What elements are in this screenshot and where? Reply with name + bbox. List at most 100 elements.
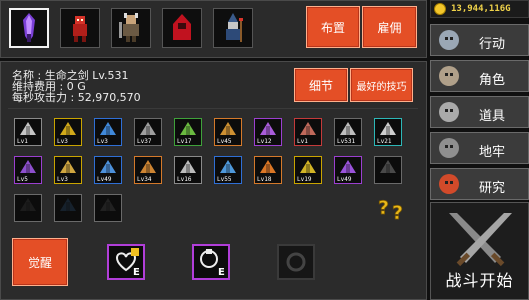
crossed-blades-icon xyxy=(220,122,236,135)
hero-slot-red-hood[interactable] xyxy=(162,8,202,48)
best-skills-button[interactable]: 最好的技巧 xyxy=(350,68,413,102)
skill-slot[interactable]: Lv16 xyxy=(174,156,202,184)
stars-icon xyxy=(380,122,396,135)
skill-slot[interactable]: Lv49 xyxy=(94,156,122,184)
equip-slot-3[interactable] xyxy=(277,244,315,280)
menu-label: 地牢 xyxy=(479,145,506,160)
menu-button[interactable]: 地牢 xyxy=(430,132,529,164)
skill-slot[interactable]: Lv1 xyxy=(294,118,322,146)
empty-slot-icon xyxy=(286,252,306,272)
hero-slot-sword[interactable] xyxy=(9,8,49,48)
purple-burst-icon xyxy=(260,122,276,135)
skill-slot[interactable]: Lv49 xyxy=(334,156,362,184)
skill-level: Lv12 xyxy=(257,138,272,145)
menu-button[interactable]: 行动 xyxy=(430,24,529,56)
skill-level: Lv3 xyxy=(57,138,68,145)
help-icon[interactable]: ? ? xyxy=(378,194,410,225)
gold-arrow-icon xyxy=(300,160,316,173)
hire-button[interactable]: 雇佣 xyxy=(362,6,417,48)
details-button[interactable]: 细节 xyxy=(294,68,348,102)
up-arrow-icon xyxy=(60,122,76,135)
skill-slot[interactable]: Lv531 xyxy=(334,118,362,146)
red-hood-icon xyxy=(173,14,191,40)
equip-slot-2[interactable]: E xyxy=(192,244,230,280)
skill-slot[interactable]: Lv55 xyxy=(214,156,242,184)
blue-orb-icon xyxy=(100,160,116,173)
dungeon-icon xyxy=(439,138,459,158)
blue-arrow-icon xyxy=(100,122,116,135)
skill-slot[interactable]: Lv3 xyxy=(54,118,82,146)
skill-slot[interactable]: Lv34 xyxy=(134,156,162,184)
crossed-swords-icon xyxy=(449,213,512,267)
equip-slot-1[interactable]: E xyxy=(107,244,145,280)
svg-text:E: E xyxy=(218,267,225,278)
skill-slot[interactable]: Lv1 xyxy=(14,118,42,146)
dark-slash-icon xyxy=(20,198,36,211)
attack-per-second: 每秒攻击力 : 52,970,570 xyxy=(12,91,141,104)
blue-claw-icon xyxy=(220,160,236,173)
ring-gem-icon: E xyxy=(200,249,225,278)
hero-slot-mage[interactable] xyxy=(213,8,253,48)
skill-slot[interactable]: Lv45 xyxy=(214,118,242,146)
svg-text:?: ? xyxy=(392,202,403,220)
skill-level: Lv3 xyxy=(97,138,108,145)
start-battle-button[interactable]: 战斗开始 xyxy=(430,202,529,300)
demon-mask-icon xyxy=(439,66,459,86)
menu-label: 行动 xyxy=(479,37,506,52)
skill-slot[interactable]: Lv12 xyxy=(254,118,282,146)
purple-down-icon xyxy=(340,160,356,173)
gold-counter: 13,944,116G xyxy=(430,0,529,18)
skill-level: Lv531 xyxy=(337,138,356,145)
menu-button[interactable]: 角色 xyxy=(430,60,529,92)
skill-level: Lv49 xyxy=(337,176,352,183)
skill-slot[interactable] xyxy=(94,194,122,222)
shuriken-icon xyxy=(340,122,356,135)
skill-slot[interactable]: Lv18 xyxy=(254,156,282,184)
svg-text:?: ? xyxy=(378,197,389,219)
gold-amount: 13,944,116G xyxy=(451,4,511,14)
armor-icon xyxy=(439,102,459,122)
skill-level: Lv1 xyxy=(297,138,308,145)
skill-slot[interactable] xyxy=(54,194,82,222)
menu-label: 研究 xyxy=(479,181,506,196)
skill-slot[interactable] xyxy=(14,194,42,222)
hammer-icon xyxy=(140,122,156,135)
skill-level: Lv19 xyxy=(297,176,312,183)
skill-level: Lv49 xyxy=(97,176,112,183)
claw-icon xyxy=(140,160,156,173)
skill-slot[interactable]: Lv3 xyxy=(94,118,122,146)
hero-slot-red-warrior[interactable] xyxy=(60,8,100,48)
skill-slot[interactable]: Lv37 xyxy=(134,118,162,146)
formation-button[interactable]: 布置 xyxy=(306,6,360,48)
music-note-icon xyxy=(100,198,116,211)
awaken-button[interactable]: 觉醒 xyxy=(12,238,68,286)
dark-wave-icon xyxy=(60,198,76,211)
menu-button[interactable]: 研究 xyxy=(430,168,529,200)
skill-level: Lv1 xyxy=(17,138,28,145)
skill-level: Lv45 xyxy=(217,138,232,145)
menu-label: 道具 xyxy=(479,109,506,124)
bell-icon xyxy=(60,160,76,173)
barbarian-icon xyxy=(119,13,139,42)
skill-level: Lv16 xyxy=(177,176,192,183)
gold-coin-icon xyxy=(434,3,446,15)
heart-gem-icon: E xyxy=(115,248,140,278)
divider xyxy=(8,108,418,109)
skill-slot[interactable] xyxy=(374,156,402,184)
menu-label: 角色 xyxy=(479,73,506,88)
meat-icon xyxy=(300,122,316,135)
hero-slot-barbarian[interactable] xyxy=(111,8,151,48)
fire-arrow-icon xyxy=(260,160,276,173)
skill-level: Lv21 xyxy=(377,138,392,145)
skill-slot[interactable]: Lv21 xyxy=(374,118,402,146)
svg-text:E: E xyxy=(133,267,140,278)
skill-level: Lv37 xyxy=(137,138,152,145)
skill-slot[interactable]: Lv5 xyxy=(14,156,42,184)
skill-slot[interactable]: Lv3 xyxy=(54,156,82,184)
menu-button[interactable]: 道具 xyxy=(430,96,529,128)
crystal-sword-icon xyxy=(23,13,35,42)
dark-shield-icon xyxy=(380,160,396,173)
skill-level: Lv55 xyxy=(217,176,232,183)
skill-slot[interactable]: Lv19 xyxy=(294,156,322,184)
skill-slot[interactable]: Lv17 xyxy=(174,118,202,146)
